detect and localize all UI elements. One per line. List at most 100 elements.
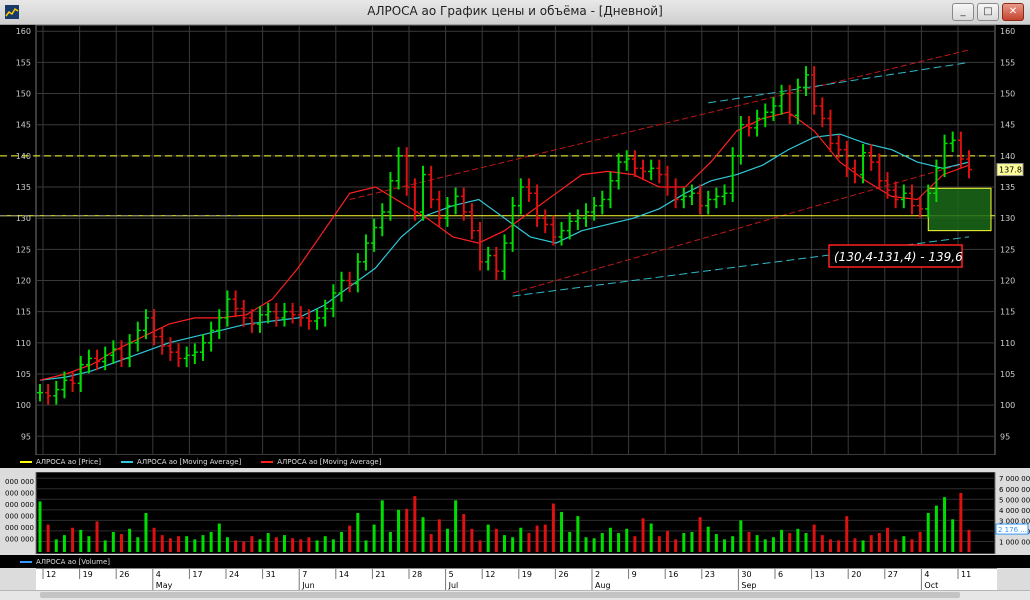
price-chart[interactable]: 160 160155 155150 150145 145140 140135 135130 1… <box>0 25 1030 455</box>
volume-bar <box>331 539 335 552</box>
volume-bar <box>804 533 808 552</box>
date-month-label: Jul <box>448 581 459 590</box>
price-tick-right: 140 <box>1000 152 1015 161</box>
volume-bar <box>657 536 661 552</box>
volume-bar <box>470 528 474 552</box>
scrollbar-thumb[interactable] <box>40 592 960 598</box>
legend-volume-swatch <box>20 560 32 563</box>
volume-bar <box>315 540 319 552</box>
date-day-label: 31 <box>266 570 276 579</box>
volume-bar <box>796 528 800 552</box>
volume-bar <box>79 529 83 552</box>
volume-bar <box>641 518 645 552</box>
date-day-label: 7 <box>302 570 307 579</box>
legend-price-swatch <box>20 460 32 463</box>
date-day-label: 27 <box>888 570 898 579</box>
volume-bar <box>551 503 555 552</box>
price-legend: АЛРОСА ао [Price] АЛРОСА ао [Moving Aver… <box>0 455 1030 468</box>
title-bar[interactable]: АЛРОСА ао График цены и объёма - [Дневно… <box>0 0 1030 25</box>
legend-volume-label: АЛРОСА ао [Volume] <box>36 557 110 566</box>
close-button[interactable]: ✕ <box>1002 3 1024 21</box>
price-tick-right: 145 <box>1000 121 1015 130</box>
price-tick-left: 135 <box>16 183 31 192</box>
volume-bar <box>437 519 441 552</box>
volume-bar <box>519 527 523 552</box>
date-day-label: 28 <box>412 570 422 579</box>
volume-bar <box>674 539 678 552</box>
price-tick-left: 100 <box>16 401 31 410</box>
date-month-label: Jun <box>301 581 315 590</box>
date-day-label: 30 <box>741 570 751 579</box>
volume-bar <box>543 524 547 552</box>
volume-bar <box>910 539 914 552</box>
volume-bar <box>217 523 221 552</box>
volume-chart[interactable]: 7 000 0006 000 0005 000 0004 000 0003 00… <box>0 472 1030 554</box>
minimize-button[interactable]: _ <box>952 3 974 21</box>
date-day-label: 26 <box>119 570 129 579</box>
volume-bar <box>918 531 922 552</box>
price-tick-right: 150 <box>1000 90 1015 99</box>
price-tick-left: 110 <box>16 339 31 348</box>
legend-volume: АЛРОСА ао [Volume] <box>0 558 110 566</box>
volume-bar <box>723 539 727 552</box>
volume-bar <box>690 531 694 552</box>
volume-bar <box>388 531 392 552</box>
volume-bar <box>291 538 295 552</box>
volume-bar <box>894 539 898 552</box>
volume-bar <box>152 527 156 552</box>
volume-bar <box>119 534 123 552</box>
volume-tick-right: 1 000 000 <box>999 538 1030 546</box>
price-tick-right: 160 <box>1000 27 1015 36</box>
price-tick-right: 100 <box>1000 401 1015 410</box>
date-day-label: 16 <box>668 570 678 579</box>
volume-bar <box>299 539 303 552</box>
volume-bar <box>177 536 181 552</box>
date-day-label: 6 <box>778 570 783 579</box>
volume-bar <box>413 496 417 552</box>
volume-bar <box>397 509 401 552</box>
price-tick-left: 160 <box>16 27 31 36</box>
volume-bar <box>503 535 506 552</box>
volume-bar <box>168 538 172 552</box>
volume-bar <box>845 516 849 552</box>
price-tick-left: 155 <box>16 58 31 67</box>
volume-bar <box>682 533 686 552</box>
date-day-label: 9 <box>632 570 637 579</box>
volume-bar <box>242 541 246 552</box>
volume-bar <box>340 531 344 552</box>
price-pane[interactable]: 160 160 155 155 150 150 145 145 140 140 135 135 130 1… <box>0 25 1030 455</box>
volume-bar <box>788 533 792 552</box>
volume-bar <box>714 534 718 552</box>
price-tick-right: 95 <box>1000 432 1010 441</box>
volume-bar <box>405 508 409 552</box>
volume-bar <box>193 539 197 552</box>
legend-ma-slow-swatch <box>121 460 134 463</box>
volume-bar <box>943 497 947 552</box>
volume-tick-right: 4 000 000 <box>999 507 1030 515</box>
price-tick-right: 105 <box>1000 370 1015 379</box>
volume-bar <box>103 540 107 552</box>
volume-bar <box>185 536 189 552</box>
volume-bar <box>959 492 963 552</box>
price-background <box>0 25 1030 455</box>
volume-bar <box>136 537 140 552</box>
target-zone-box <box>927 187 992 232</box>
volume-bar <box>258 539 262 552</box>
last-volume-label: 2 176 ... <box>998 526 1027 534</box>
volume-bar <box>454 500 458 552</box>
volume-bar <box>429 534 433 552</box>
volume-pane[interactable]: 7 000 0006 000 0005 000 0004 000 0003 00… <box>0 472 1030 554</box>
volume-bar <box>38 501 42 552</box>
legend-ma-fast-label: АЛРОСА ао [Moving Average] <box>277 457 382 466</box>
volume-bar <box>87 536 91 552</box>
date-month-label: May <box>156 581 173 590</box>
volume-bar <box>560 511 564 552</box>
volume-bar <box>771 537 775 552</box>
volume-tick-right: 5 000 000 <box>999 496 1030 504</box>
volume-bar <box>649 523 653 552</box>
volume-bar <box>739 520 743 552</box>
maximize-button[interactable]: □ <box>977 3 999 21</box>
date-day-label: 14 <box>339 570 349 579</box>
price-tick-left: 120 <box>16 277 31 286</box>
chart-window: АЛРОСА ао График цены и объёма - [Дневно… <box>0 0 1030 600</box>
